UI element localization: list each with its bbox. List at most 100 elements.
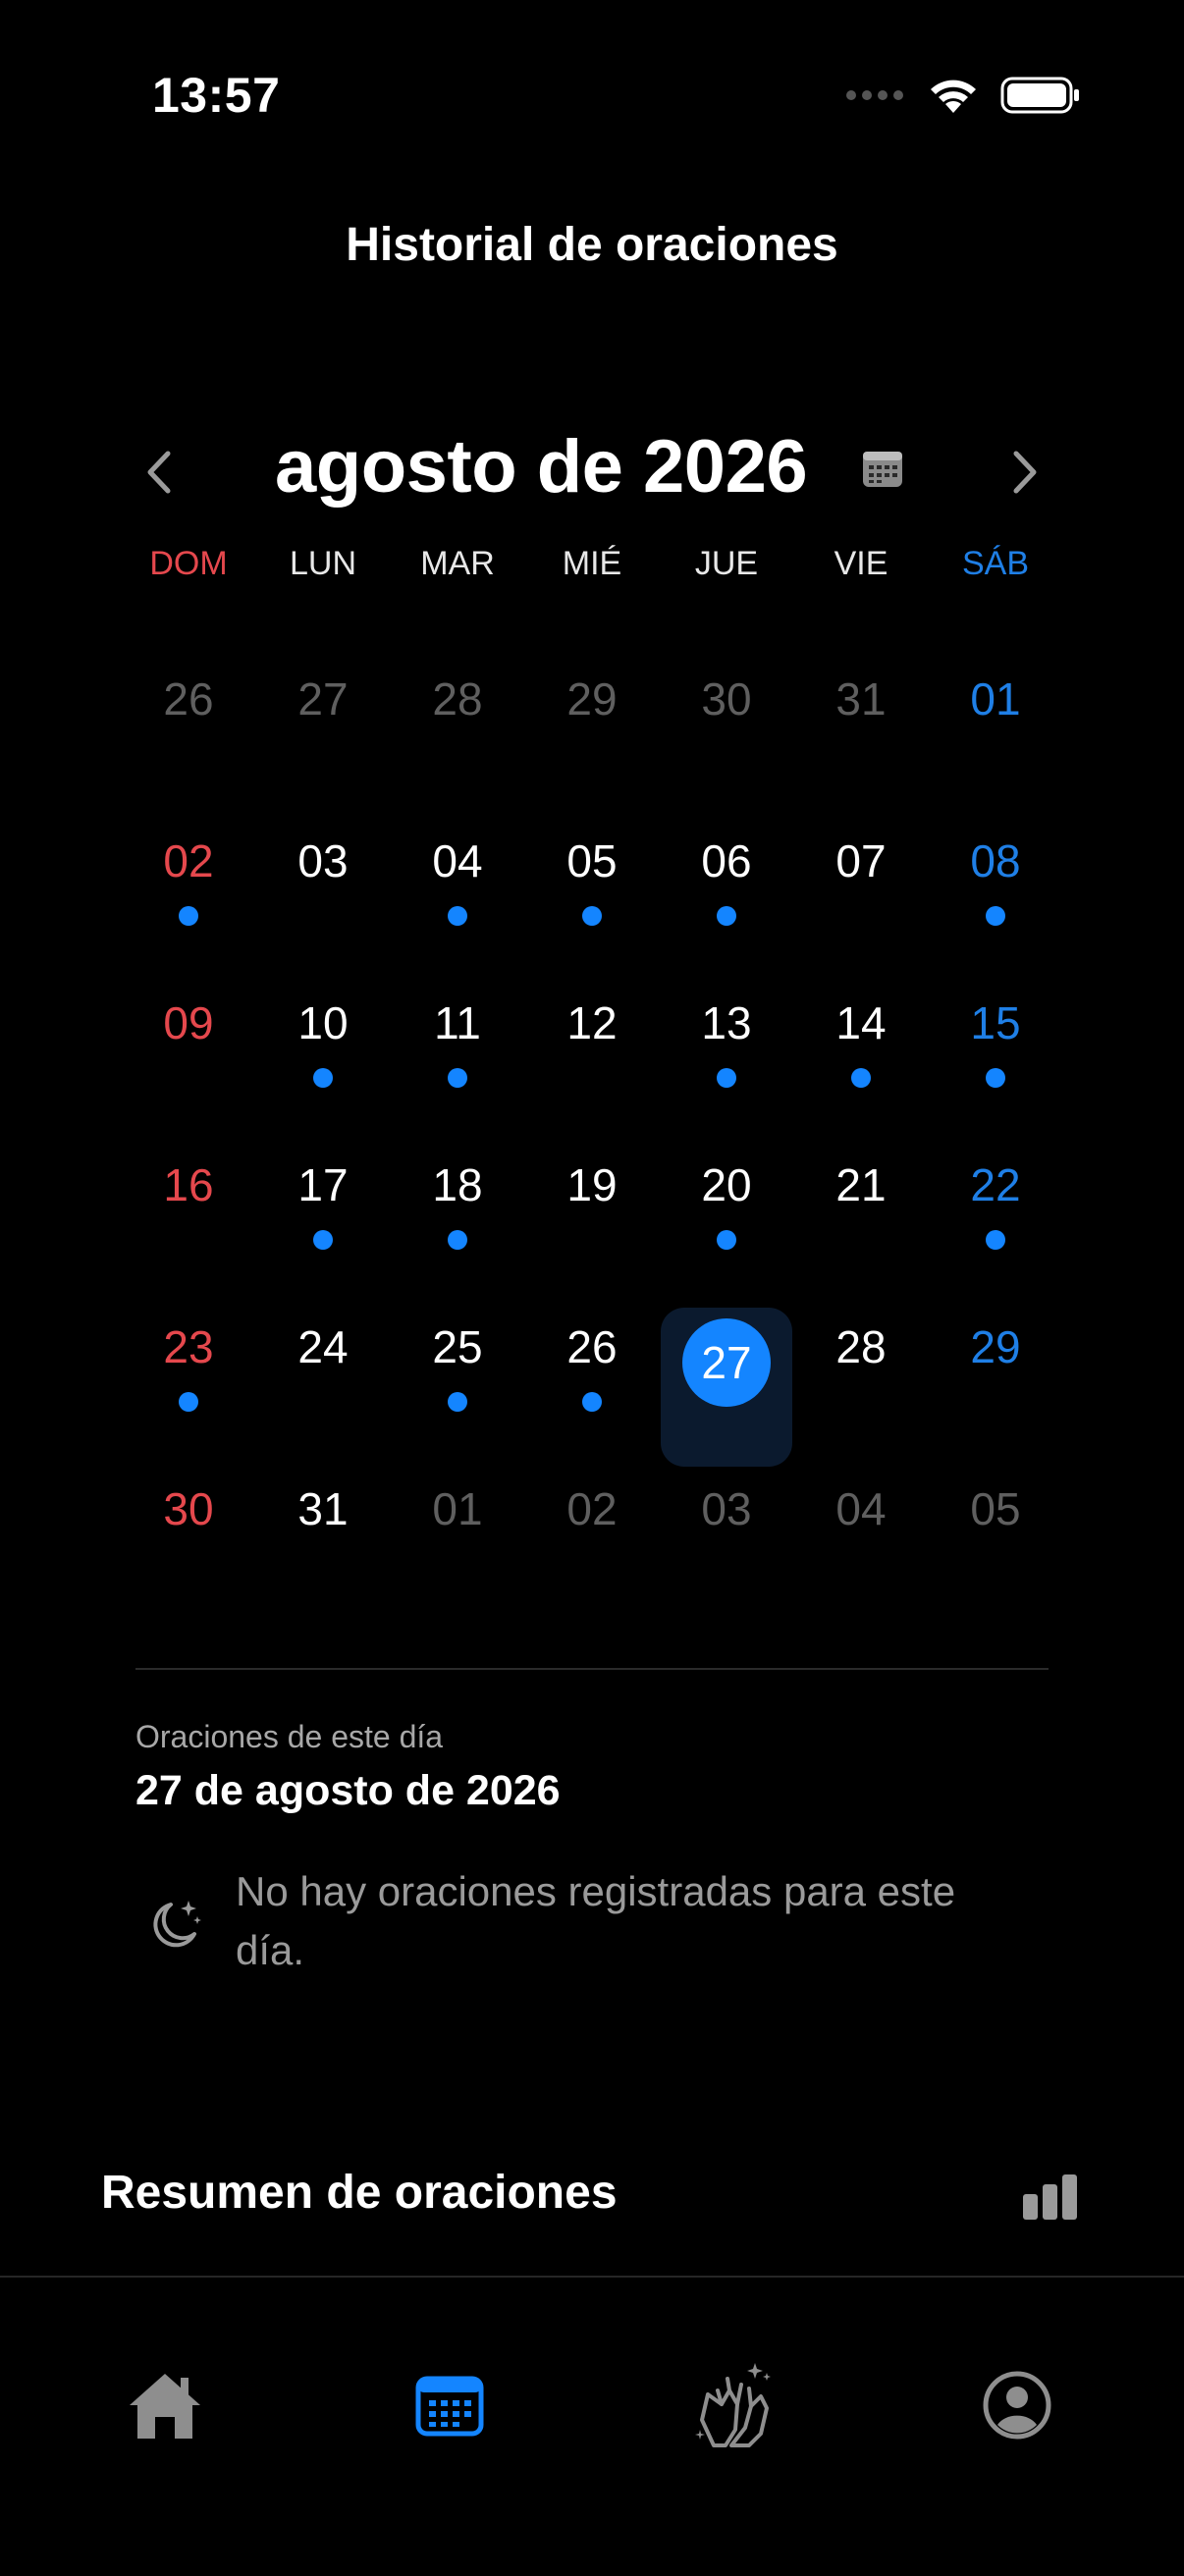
prayer-indicator-dot	[179, 1392, 198, 1412]
tab-prayer[interactable]	[684, 2356, 782, 2454]
calendar-day[interactable]: 13	[658, 952, 795, 1109]
prayer-indicator-dot	[448, 906, 467, 926]
day-number: 19	[566, 1159, 618, 1210]
day-number: 13	[701, 997, 752, 1048]
day-number: 22	[970, 1159, 1021, 1210]
month-title[interactable]: agosto de 2026	[275, 424, 808, 510]
status-time: 13:57	[152, 68, 281, 123]
day-number: 17	[297, 1159, 349, 1210]
divider	[135, 1668, 1049, 1670]
calendar-day[interactable]: 08	[927, 790, 1064, 947]
calendar-day[interactable]: 26	[523, 1276, 661, 1433]
day-number: 24	[297, 1321, 349, 1372]
calendar-day[interactable]: 17	[254, 1114, 392, 1271]
calendar-day[interactable]: 29	[927, 1276, 1064, 1433]
day-number: 03	[297, 835, 349, 886]
day-number: 31	[297, 1483, 349, 1534]
day-number: 26	[566, 1321, 618, 1372]
tab-home[interactable]	[116, 2356, 214, 2454]
weekday-label: SÁB	[961, 545, 1030, 582]
day-number: 31	[835, 673, 887, 724]
calendar-day: 05	[927, 1438, 1064, 1595]
day-number: 04	[835, 1483, 887, 1534]
day-number: 02	[163, 835, 214, 886]
prayer-indicator-dot	[851, 1068, 871, 1088]
day-number: 21	[835, 1159, 887, 1210]
calendar-day: 04	[792, 1438, 930, 1595]
day-number: 12	[566, 997, 618, 1048]
day-number: 01	[970, 673, 1021, 724]
calendar-day[interactable]: 11	[389, 952, 526, 1109]
calendar-day[interactable]: 10	[254, 952, 392, 1109]
prayer-indicator-dot	[986, 1230, 1005, 1250]
calendar-day[interactable]: 21	[792, 1114, 930, 1271]
day-number: 02	[566, 1483, 618, 1534]
calendar-day[interactable]: 07	[792, 790, 930, 947]
calendar-day[interactable]: 12	[523, 952, 661, 1109]
day-number: 28	[835, 1321, 887, 1372]
calendar-day: 29	[523, 628, 661, 785]
day-number: 27	[701, 1337, 752, 1388]
day-number: 29	[970, 1321, 1021, 1372]
moon-stars-icon	[145, 1895, 204, 1954]
tab-calendar[interactable]	[401, 2356, 499, 2454]
tab-bar	[0, 2276, 1184, 2576]
day-number: 29	[566, 673, 618, 724]
calendar-day[interactable]: 24	[254, 1276, 392, 1433]
calendar-day[interactable]: 06	[658, 790, 795, 947]
calendar-day: 28	[389, 628, 526, 785]
calendar-day[interactable]: 22	[927, 1114, 1064, 1271]
calendar-day[interactable]: 25	[389, 1276, 526, 1433]
calendar-day[interactable]: 28	[792, 1276, 930, 1433]
day-number: 28	[432, 673, 483, 724]
calendar-day: 26	[120, 628, 257, 785]
calendar-day[interactable]: 31	[254, 1438, 392, 1595]
selected-day-date: 27 de agosto de 2026	[135, 1767, 561, 1814]
prayer-indicator-dot	[582, 906, 602, 926]
previous-month-button[interactable]	[135, 438, 181, 507]
day-number: 30	[701, 673, 752, 724]
prayer-indicator-dot	[179, 906, 198, 926]
calendar-day[interactable]: 18	[389, 1114, 526, 1271]
calendar-day: 31	[792, 628, 930, 785]
calendar-day[interactable]: 30	[120, 1438, 257, 1595]
calendar-day[interactable]: 02	[120, 790, 257, 947]
chevron-right-icon	[1013, 451, 1037, 494]
prayer-indicator-dot	[986, 906, 1005, 926]
tab-profile[interactable]	[968, 2356, 1066, 2454]
calendar-day[interactable]: 16	[120, 1114, 257, 1271]
summary-title[interactable]: Resumen de oraciones	[101, 2166, 618, 2220]
weekday-label: DOM	[149, 545, 228, 582]
calendar-day[interactable]: 19	[523, 1114, 661, 1271]
day-number: 27	[297, 673, 349, 724]
bar-chart-icon[interactable]	[1021, 2174, 1080, 2222]
page-title: Historial de oraciones	[346, 219, 838, 271]
calendar-day: 27	[254, 628, 392, 785]
calendar-day[interactable]: 03	[254, 790, 392, 947]
prayer-indicator-dot	[313, 1230, 333, 1250]
calendar-day[interactable]: 14	[792, 952, 930, 1109]
prayer-indicator-dot	[717, 906, 736, 926]
prayer-indicator-dot	[448, 1068, 467, 1088]
weekday-label: MIÉ	[562, 545, 622, 582]
calendar-day: 01	[389, 1438, 526, 1595]
calendar-picker-icon[interactable]	[861, 450, 904, 489]
calendar-day[interactable]: 09	[120, 952, 257, 1109]
calendar-day-selected[interactable]: 27	[658, 1276, 795, 1467]
day-number: 05	[566, 835, 618, 886]
day-number: 06	[701, 835, 752, 886]
calendar-day[interactable]: 20	[658, 1114, 795, 1271]
wifi-icon	[931, 80, 976, 113]
day-number: 09	[163, 997, 214, 1048]
weekday-header: DOM LUN MAR MIÉ JUE VIE SÁB	[0, 545, 1184, 584]
day-number: 14	[835, 997, 887, 1048]
calendar-day[interactable]: 23	[120, 1276, 257, 1433]
calendar-day[interactable]: 04	[389, 790, 526, 947]
day-number: 03	[701, 1483, 752, 1534]
cellular-signal-icon	[846, 90, 903, 100]
calendar-day[interactable]: 01	[927, 628, 1064, 785]
calendar-day[interactable]: 05	[523, 790, 661, 947]
empty-state-message: No hay oraciones registradas para este d…	[236, 1868, 956, 1973]
calendar-day[interactable]: 15	[927, 952, 1064, 1109]
next-month-button[interactable]	[1003, 438, 1049, 507]
